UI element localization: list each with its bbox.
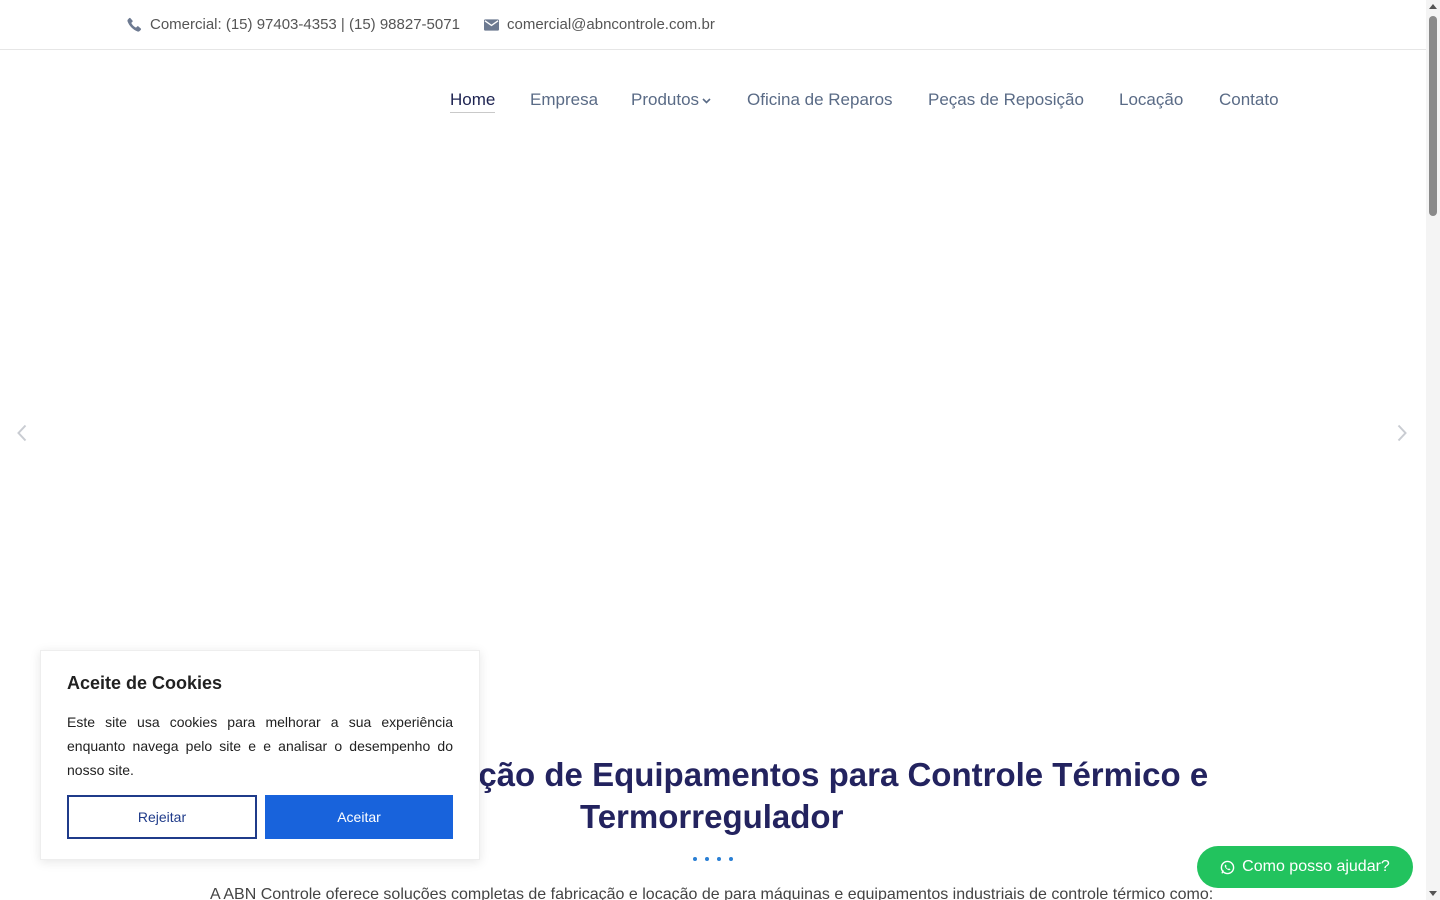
page-scrollbar[interactable]	[1426, 0, 1440, 900]
phone-text: Comercial: (15) 97403-4353 | (15) 98827-…	[150, 16, 460, 33]
nav-item-locacao[interactable]: Locação	[1119, 90, 1183, 110]
slider-prev-button[interactable]	[12, 420, 32, 446]
nav-item-empresa[interactable]: Empresa	[530, 90, 598, 110]
cookie-banner: Aceite de Cookies Este site usa cookies …	[40, 650, 480, 860]
email-contact[interactable]: comercial@abncontrole.com.br	[484, 16, 715, 33]
scrollbar-thumb[interactable]	[1429, 16, 1437, 216]
phone-icon	[127, 17, 142, 32]
whatsapp-label: Como posso ajudar?	[1242, 858, 1390, 875]
accept-cookies-button[interactable]: Aceitar	[265, 795, 453, 839]
email-text: comercial@abncontrole.com.br	[507, 16, 715, 33]
envelope-icon	[484, 18, 499, 31]
nav-item-produtos-label: Produtos	[631, 90, 700, 109]
phone-contact[interactable]: Comercial: (15) 97403-4353 | (15) 98827-…	[127, 16, 460, 33]
decorative-dots	[693, 857, 733, 861]
chevron-right-icon	[1397, 424, 1407, 442]
chevron-left-icon	[17, 424, 27, 442]
whatsapp-chat-button[interactable]: Como posso ajudar?	[1197, 846, 1413, 888]
reject-cookies-button[interactable]: Rejeitar	[67, 795, 257, 839]
dot	[693, 857, 697, 861]
top-info-bar: Comercial: (15) 97403-4353 | (15) 98827-…	[0, 0, 1426, 50]
scroll-up-arrow[interactable]	[1429, 4, 1437, 9]
dot	[717, 857, 721, 861]
chevron-down-icon	[702, 97, 711, 104]
nav-item-oficina[interactable]: Oficina de Reparos	[747, 90, 893, 110]
intro-text: A ABN Controle oferece soluções completa…	[210, 886, 1214, 900]
nav-item-pecas[interactable]: Peças de Reposição	[928, 90, 1084, 110]
nav-item-produtos[interactable]: Produtos	[631, 90, 711, 110]
cookie-title: Aceite de Cookies	[67, 673, 223, 693]
main-nav: Home Empresa Produtos Oficina de Reparos…	[0, 90, 1426, 114]
slider-next-button[interactable]	[1392, 420, 1412, 446]
nav-item-home[interactable]: Home	[450, 90, 496, 113]
whatsapp-icon	[1220, 860, 1235, 874]
dot	[705, 857, 709, 861]
dot	[729, 857, 733, 861]
nav-item-contato[interactable]: Contato	[1219, 90, 1279, 110]
scroll-down-arrow[interactable]	[1429, 891, 1437, 896]
cookie-text: Este site usa cookies para melhorar a su…	[67, 714, 453, 778]
cookie-buttons: Rejeitar Aceitar	[67, 795, 453, 839]
